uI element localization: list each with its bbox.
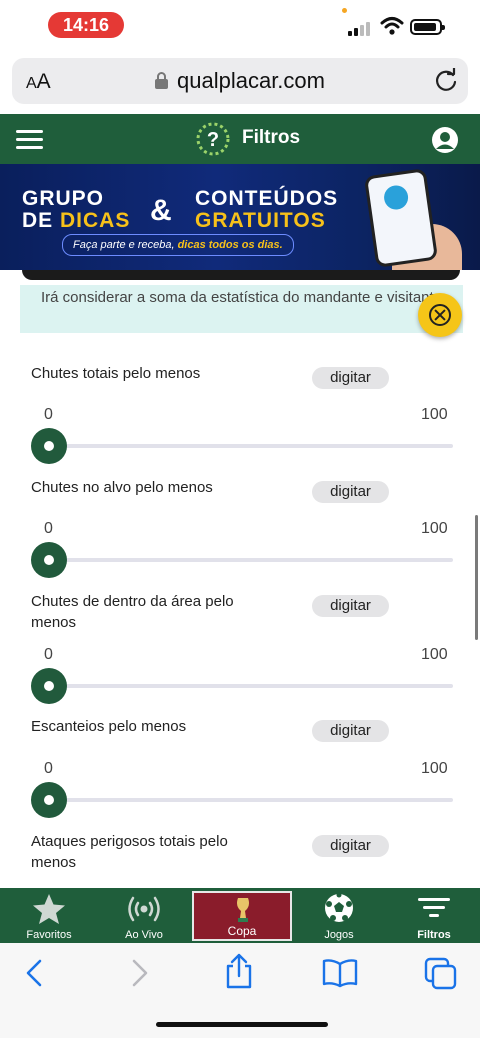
banner-subtitle: Faça parte e receba, dicas todos os dias… [62, 234, 294, 256]
reader-options-button[interactable]: AA [26, 70, 51, 94]
svg-text:?: ? [207, 129, 219, 151]
slider-max: 100 [421, 520, 448, 537]
back-icon[interactable] [24, 958, 44, 988]
lock-icon [155, 72, 168, 89]
home-indicator [156, 1022, 328, 1027]
status-bar: 14:16 [0, 0, 480, 52]
slider-track[interactable] [48, 684, 453, 688]
tab-label: Jogos [324, 929, 354, 941]
tab-label: Ao Vivo [125, 929, 163, 941]
promo-banner[interactable]: GRUPO DE DICAS & CONTEÚDOS GRATUITOS Faç… [0, 164, 480, 270]
slider-thumb[interactable] [31, 542, 67, 578]
tab-ao-vivo[interactable]: Ao Vivo [104, 888, 184, 943]
url-text[interactable]: qualplacar.com [177, 68, 325, 94]
share-icon[interactable] [224, 953, 254, 989]
tabs-icon[interactable] [424, 957, 458, 991]
close-button[interactable] [418, 293, 462, 337]
page-title: Filtros [242, 127, 301, 148]
digitar-button[interactable]: digitar [312, 367, 389, 389]
soccer-ball-icon [325, 892, 353, 922]
battery-icon [410, 19, 445, 35]
address-bar[interactable]: AA qualplacar.com [12, 58, 468, 104]
slider-track[interactable] [48, 798, 453, 802]
slider-thumb[interactable] [31, 782, 67, 818]
digitar-button[interactable]: digitar [312, 481, 389, 503]
slider-max: 100 [421, 406, 448, 423]
tab-filtros[interactable]: Filtros [394, 888, 474, 943]
signal-icon [348, 20, 374, 36]
slider-thumb[interactable] [31, 668, 67, 704]
filter-label: Chutes totais pelo menos [31, 365, 201, 382]
logo-icon: ? [196, 122, 230, 156]
slider-thumb[interactable] [31, 428, 67, 464]
tab-label: Filtros [417, 929, 451, 941]
reload-icon[interactable] [433, 68, 459, 94]
slider-max: 100 [421, 646, 448, 663]
digitar-button[interactable]: digitar [312, 835, 389, 857]
banner-title-left: GRUPO DE DICAS [22, 187, 131, 232]
tab-jogos[interactable]: Jogos [299, 888, 379, 943]
filter-icon [418, 898, 450, 917]
slider-track[interactable] [48, 444, 453, 448]
info-text: Irá considerar a soma da estatística do … [40, 289, 443, 306]
wifi-icon [380, 17, 404, 35]
dropdown-edge [22, 270, 460, 280]
filter-label: Escanteios pelo menos [31, 718, 187, 735]
app-header: ? Filtros [0, 114, 480, 164]
digitar-button[interactable]: digitar [312, 595, 389, 617]
slider-min: 0 [44, 406, 53, 423]
tab-favoritos[interactable]: Favoritos [9, 888, 89, 943]
phone-illustration [363, 168, 439, 268]
bookmarks-icon[interactable] [322, 958, 358, 988]
digitar-button[interactable]: digitar [312, 720, 389, 742]
privacy-dot-icon [342, 8, 347, 13]
user-account-icon[interactable] [431, 126, 459, 154]
slider-max: 100 [421, 760, 448, 777]
live-broadcast-icon [128, 896, 160, 922]
close-icon [429, 304, 451, 326]
slider-min: 0 [44, 760, 53, 777]
slider-track[interactable] [48, 558, 453, 562]
banner-title-right: CONTEÚDOS GRATUITOS [195, 187, 339, 232]
star-icon [33, 894, 65, 924]
filter-label: Chutes de dentro da área pelo menos [31, 593, 234, 631]
tab-label: Copa [227, 924, 257, 938]
tab-label: Favoritos [26, 929, 72, 941]
tab-copa[interactable]: Copa [192, 891, 292, 941]
filter-content[interactable]: Irá considerar a soma da estatística do … [0, 270, 480, 888]
telegram-icon [382, 183, 410, 212]
banner-ampersand: & [150, 194, 172, 227]
menu-icon[interactable] [16, 130, 43, 149]
forward-icon[interactable] [130, 958, 150, 988]
filter-label: Ataques perigosos totais pelo menos [31, 833, 228, 871]
filter-label: Chutes no alvo pelo menos [31, 479, 213, 496]
trophy-icon [237, 898, 249, 922]
slider-min: 0 [44, 520, 53, 537]
scrollbar[interactable] [475, 515, 478, 640]
slider-min: 0 [44, 646, 53, 663]
status-time: 14:16 [48, 12, 124, 38]
